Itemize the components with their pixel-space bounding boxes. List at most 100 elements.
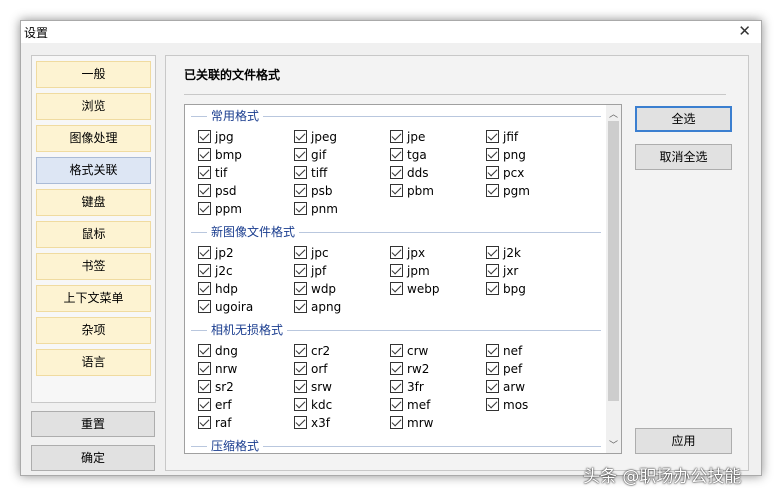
format-checkbox[interactable]: j2c <box>198 263 233 279</box>
format-checkbox[interactable]: rw2 <box>390 361 429 377</box>
checkbox-checked-icon[interactable] <box>294 300 307 313</box>
format-checkbox[interactable]: cr2 <box>294 343 330 359</box>
format-checkbox[interactable]: hdp <box>198 281 238 297</box>
checkbox-checked-icon[interactable] <box>390 184 403 197</box>
format-checkbox[interactable]: dng <box>198 343 238 359</box>
checkbox-checked-icon[interactable] <box>198 416 211 429</box>
sidebar-item[interactable]: 语言 <box>36 349 151 376</box>
checkbox-checked-icon[interactable] <box>486 380 499 393</box>
format-checkbox[interactable]: jfif <box>486 129 518 145</box>
format-checkbox[interactable]: psd <box>198 183 237 199</box>
apply-button[interactable]: 应用 <box>635 428 732 454</box>
format-checkbox[interactable]: orf <box>294 361 328 377</box>
checkbox-checked-icon[interactable] <box>390 398 403 411</box>
format-checkbox[interactable]: tiff <box>294 165 327 181</box>
format-checkbox[interactable]: crw <box>390 343 428 359</box>
checkbox-checked-icon[interactable] <box>390 362 403 375</box>
format-checkbox[interactable]: apng <box>294 299 341 315</box>
format-checkbox[interactable]: bpg <box>486 281 526 297</box>
checkbox-checked-icon[interactable] <box>294 282 307 295</box>
sidebar-item[interactable]: 书签 <box>36 253 151 280</box>
format-checkbox[interactable]: jp2 <box>198 245 234 261</box>
checkbox-checked-icon[interactable] <box>486 264 499 277</box>
checkbox-checked-icon[interactable] <box>486 130 499 143</box>
close-icon[interactable]: ✕ <box>738 22 751 40</box>
sidebar-item[interactable]: 鼠标 <box>36 221 151 248</box>
format-checkbox[interactable]: bmp <box>198 147 242 163</box>
checkbox-checked-icon[interactable] <box>198 184 211 197</box>
scroll-up-icon[interactable]: ︿ <box>609 107 618 120</box>
checkbox-checked-icon[interactable] <box>198 166 211 179</box>
format-checkbox[interactable]: jpg <box>198 129 234 145</box>
select-all-button[interactable]: 全选 <box>635 106 732 132</box>
format-checkbox[interactable]: jpeg <box>294 129 337 145</box>
scrollbar[interactable]: ︿ ﹀ <box>606 105 621 453</box>
checkbox-checked-icon[interactable] <box>294 148 307 161</box>
format-checkbox[interactable]: srw <box>294 379 332 395</box>
sidebar-item[interactable]: 杂项 <box>36 317 151 344</box>
sidebar-item[interactable]: 上下文菜单 <box>36 285 151 312</box>
checkbox-checked-icon[interactable] <box>390 282 403 295</box>
checkbox-checked-icon[interactable] <box>198 246 211 259</box>
checkbox-checked-icon[interactable] <box>390 130 403 143</box>
format-checkbox[interactable]: erf <box>198 397 232 413</box>
format-checkbox[interactable]: pbm <box>390 183 434 199</box>
checkbox-checked-icon[interactable] <box>198 148 211 161</box>
format-checkbox[interactable]: wdp <box>294 281 336 297</box>
checkbox-checked-icon[interactable] <box>486 362 499 375</box>
format-checkbox[interactable]: gif <box>294 147 326 163</box>
checkbox-checked-icon[interactable] <box>390 380 403 393</box>
checkbox-checked-icon[interactable] <box>294 416 307 429</box>
format-checkbox[interactable]: png <box>486 147 526 163</box>
checkbox-checked-icon[interactable] <box>294 362 307 375</box>
format-checkbox[interactable]: pnm <box>294 201 338 217</box>
checkbox-checked-icon[interactable] <box>294 344 307 357</box>
sidebar-item[interactable]: 图像处理 <box>36 125 151 152</box>
format-checkbox[interactable]: ugoira <box>198 299 253 315</box>
format-checkbox[interactable]: pef <box>486 361 522 377</box>
checkbox-checked-icon[interactable] <box>486 282 499 295</box>
checkbox-checked-icon[interactable] <box>390 166 403 179</box>
format-checkbox[interactable]: mef <box>390 397 430 413</box>
checkbox-checked-icon[interactable] <box>294 130 307 143</box>
format-checkbox[interactable]: ppm <box>198 201 242 217</box>
checkbox-checked-icon[interactable] <box>198 282 211 295</box>
checkbox-checked-icon[interactable] <box>294 184 307 197</box>
format-checkbox[interactable]: j2k <box>486 245 521 261</box>
checkbox-checked-icon[interactable] <box>390 246 403 259</box>
format-checkbox[interactable]: jpf <box>294 263 326 279</box>
sidebar-item[interactable]: 格式关联 <box>36 157 151 184</box>
scroll-down-icon[interactable]: ﹀ <box>609 438 618 451</box>
sidebar-item[interactable]: 键盘 <box>36 189 151 216</box>
checkbox-checked-icon[interactable] <box>390 416 403 429</box>
checkbox-checked-icon[interactable] <box>198 264 211 277</box>
format-checkbox[interactable]: raf <box>198 415 232 431</box>
checkbox-checked-icon[interactable] <box>390 344 403 357</box>
checkbox-checked-icon[interactable] <box>294 246 307 259</box>
checkbox-checked-icon[interactable] <box>198 130 211 143</box>
format-checkbox[interactable]: x3f <box>294 415 330 431</box>
checkbox-checked-icon[interactable] <box>486 148 499 161</box>
format-checkbox[interactable]: tif <box>198 165 227 181</box>
format-checkbox[interactable]: arw <box>486 379 525 395</box>
format-checkbox[interactable]: jpm <box>390 263 430 279</box>
format-checkbox[interactable]: jpe <box>390 129 425 145</box>
checkbox-checked-icon[interactable] <box>198 300 211 313</box>
checkbox-checked-icon[interactable] <box>198 344 211 357</box>
checkbox-checked-icon[interactable] <box>294 380 307 393</box>
checkbox-checked-icon[interactable] <box>294 166 307 179</box>
format-checkbox[interactable]: nrw <box>198 361 237 377</box>
checkbox-checked-icon[interactable] <box>294 202 307 215</box>
checkbox-checked-icon[interactable] <box>198 380 211 393</box>
format-checkbox[interactable]: mrw <box>390 415 433 431</box>
format-checkbox[interactable]: 3fr <box>390 379 424 395</box>
sidebar-item[interactable]: 浏览 <box>36 93 151 120</box>
ok-button[interactable]: 确定 <box>31 445 155 471</box>
checkbox-checked-icon[interactable] <box>486 246 499 259</box>
format-checkbox[interactable]: mos <box>486 397 528 413</box>
format-checkbox[interactable]: pcx <box>486 165 524 181</box>
format-checkbox[interactable]: tga <box>390 147 427 163</box>
checkbox-checked-icon[interactable] <box>486 398 499 411</box>
format-checkbox[interactable]: jpc <box>294 245 329 261</box>
format-checkbox[interactable]: dds <box>390 165 429 181</box>
